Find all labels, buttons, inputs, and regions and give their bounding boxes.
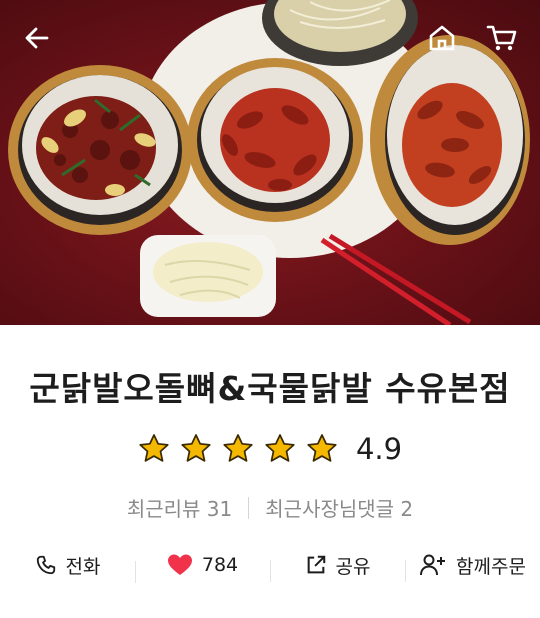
- divider: [248, 496, 250, 519]
- share-label: 공유: [335, 555, 371, 578]
- share-button[interactable]: 공유: [270, 552, 405, 582]
- recent-reviews-link[interactable]: 최근리뷰 31: [127, 493, 232, 522]
- home-button[interactable]: [422, 18, 462, 58]
- heart-icon: [167, 554, 192, 575]
- cart-icon: [486, 25, 517, 51]
- back-button[interactable]: [17, 18, 57, 58]
- store-name: 군닭발오돌뼈&국물닭발 수유본점: [29, 369, 511, 408]
- star-icon: [181, 434, 211, 462]
- like-count: 784: [201, 554, 239, 576]
- action-bar: 전화 784 공유 함께주문: [0, 545, 540, 585]
- review-summary: 최근리뷰 31 최근사장님댓글 2: [0, 493, 540, 522]
- back-arrow-icon: [25, 27, 49, 49]
- add-person-icon: [420, 554, 446, 576]
- star-icon: [139, 434, 169, 462]
- star-icon: [265, 434, 295, 462]
- call-button[interactable]: 전화: [0, 552, 135, 579]
- cart-button[interactable]: [482, 18, 522, 58]
- home-icon: [429, 25, 455, 51]
- hero-image: [0, 0, 540, 325]
- call-label: 전화: [65, 555, 101, 578]
- rating-stars: [138, 433, 338, 465]
- rating-row: 4.9: [0, 432, 540, 466]
- star-icon: [223, 434, 253, 462]
- rating-value: 4.9: [355, 432, 403, 466]
- group-order-label: 함께주문: [456, 555, 526, 578]
- star-icon: [307, 434, 337, 462]
- group-order-button[interactable]: 함께주문: [405, 552, 540, 582]
- owner-comments-link[interactable]: 최근사장님댓글 2: [265, 493, 413, 522]
- share-icon: [307, 555, 325, 574]
- phone-icon: [36, 555, 55, 575]
- like-button[interactable]: 784: [135, 553, 270, 583]
